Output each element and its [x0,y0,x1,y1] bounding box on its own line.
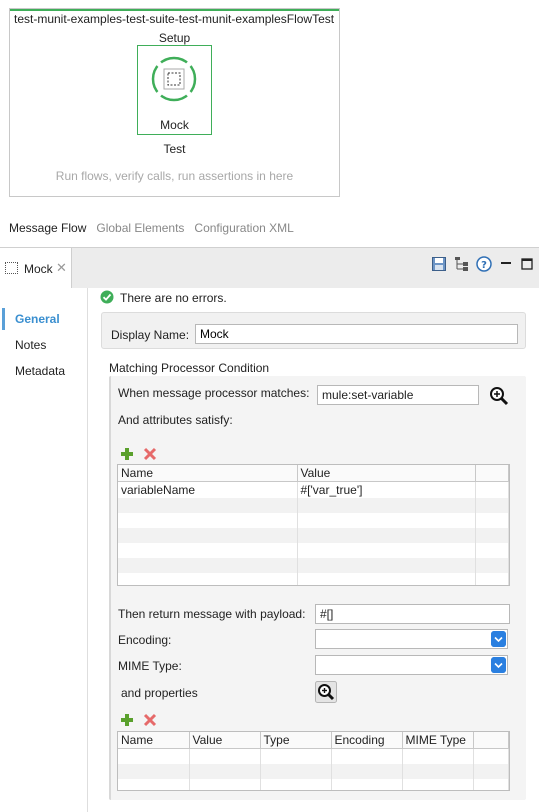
table-row[interactable]: variableName #['var_true'] [118,481,509,498]
delete-icon[interactable] [143,713,157,727]
payload-input[interactable] [315,604,510,624]
nav-selection-indicator [2,308,5,330]
table-cell[interactable]: #['var_true'] [297,481,476,498]
editor-tabs: Message Flow Global Elements Configurati… [9,221,294,237]
column-header-value[interactable]: Value [297,465,476,482]
table-row [118,528,509,543]
encoding-select[interactable] [315,629,508,649]
close-icon[interactable]: ✕ [56,260,67,276]
mock-processor[interactable]: Mock [137,45,212,135]
column-header-name[interactable]: Name [118,732,190,749]
column-header-mime-type[interactable]: MIME Type [402,732,474,749]
flow-title: test-munit-examples-test-suite-test-muni… [14,12,335,26]
table-row [118,558,509,573]
tab-global-elements[interactable]: Global Elements [96,221,184,237]
table-row [118,513,509,528]
save-icon[interactable] [431,256,447,272]
column-header-type[interactable]: Type [260,732,332,749]
table-row [118,748,509,764]
properties-tab-label: Mock [24,262,53,276]
status-message: There are no errors. [120,291,227,305]
properties-label: and properties [121,686,198,700]
search-icon[interactable] [315,681,337,703]
mock-icon [151,56,197,102]
search-icon[interactable] [488,385,510,407]
check-icon [100,290,114,304]
chevron-down-icon [491,657,506,673]
table-row [118,778,509,790]
add-icon[interactable] [120,447,134,461]
nav-metadata[interactable]: Metadata [15,364,65,378]
column-header-encoding[interactable]: Encoding [331,732,403,749]
help-icon[interactable]: ? [476,256,492,272]
display-name-input[interactable] [195,324,518,344]
delete-icon[interactable] [143,447,157,461]
tab-configuration-xml[interactable]: Configuration XML [194,221,293,237]
payload-label: Then return message with payload: [118,607,306,621]
test-label: Test [163,142,186,156]
canvas-top-border [10,9,339,11]
matching-processor-title: Matching Processor Condition [109,361,270,375]
column-header-filler [475,465,509,482]
properties-table[interactable]: Name Value Type Encoding MIME Type [117,731,510,791]
table-row [118,763,509,779]
maximize-icon[interactable] [519,256,535,272]
mock-small-icon [5,262,18,274]
add-icon[interactable] [120,713,134,727]
attributes-table[interactable]: Name Value variableName #['var_true'] [117,464,510,586]
attributes-label: And attributes satisfy: [118,413,233,427]
table-row [118,573,509,585]
tree-icon[interactable] [454,256,470,272]
flow-canvas[interactable]: test-munit-examples-test-suite-test-muni… [9,8,340,197]
properties-body: General Notes Metadata There are no erro… [0,288,539,812]
tab-message-flow[interactable]: Message Flow [9,221,86,237]
canvas-hint: Run flows, verify calls, run assertions … [55,169,294,183]
table-cell[interactable]: variableName [118,481,298,498]
properties-tab[interactable]: Mock ✕ [0,248,72,288]
nav-general[interactable]: General [15,312,60,326]
minimize-icon[interactable] [498,256,514,272]
column-header-value[interactable]: Value [189,732,261,749]
table-row [118,543,509,558]
encoding-label: Encoding: [118,633,172,647]
svg-text:?: ? [481,260,487,271]
nav-notes[interactable]: Notes [15,338,46,352]
table-row [118,498,509,513]
mock-label: Mock [160,118,189,132]
processor-match-input[interactable] [317,385,479,405]
mime-type-label: MIME Type: [118,659,182,673]
display-name-label: Display Name: [111,328,190,342]
table-cell [475,481,509,498]
column-header-filler [473,732,509,749]
column-header-name[interactable]: Name [118,465,298,482]
properties-view: Mock ✕ ? General Notes Metadata There ar… [0,247,539,812]
when-label: When message processor matches: [118,386,310,400]
nav-divider [87,288,88,812]
mime-type-select[interactable] [315,655,508,675]
setup-label: Setup [158,31,191,45]
chevron-down-icon [491,631,506,647]
